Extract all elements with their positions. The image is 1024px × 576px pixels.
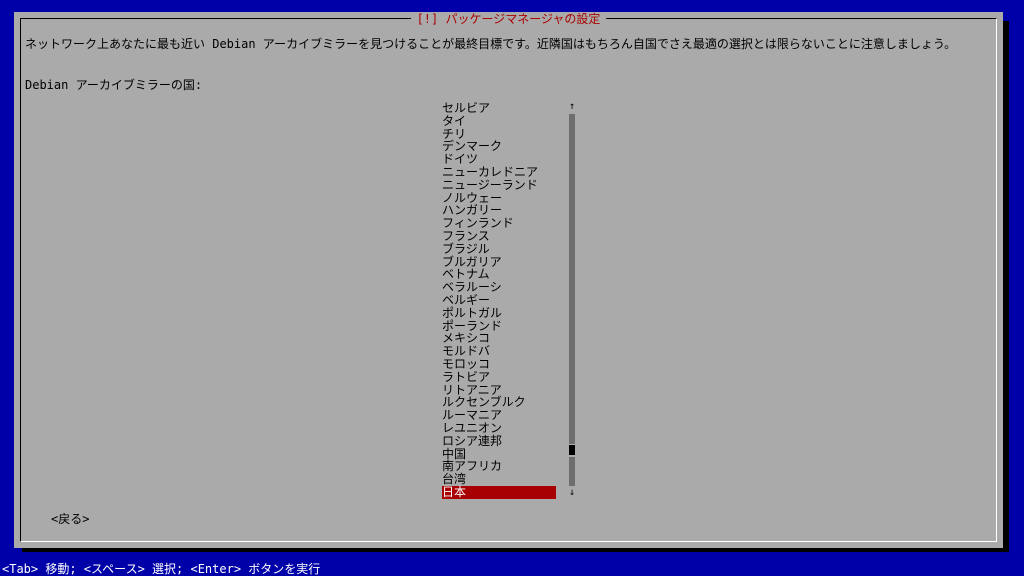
list-item[interactable]: ルーマニア	[442, 409, 556, 422]
back-button[interactable]: <戻る>	[51, 512, 89, 526]
list-item[interactable]: ニューカレドニア	[442, 166, 556, 179]
list-item[interactable]: ベルギー	[442, 294, 556, 307]
country-prompt: Debian アーカイブミラーの国:	[25, 78, 203, 92]
scroll-up-icon[interactable]: ↑	[568, 102, 576, 112]
list-item[interactable]: モロッコ	[442, 358, 556, 371]
list-scrollbar[interactable]: ↑ ↓	[568, 102, 576, 498]
dialog-description: ネットワーク上あなたに最も近い Debian アーカイブミラーを見つけることが最…	[25, 37, 957, 51]
dialog-title: [!] パッケージマネージャの設定	[410, 12, 607, 26]
scroll-down-icon[interactable]: ↓	[568, 488, 576, 498]
country-list[interactable]: セルビア タイ チリ デンマーク ドイツ ニューカレドニア ニュージーランド ノルウェー ハンガ…	[442, 102, 556, 499]
list-item[interactable]: ラトビア	[442, 370, 556, 384]
list-item[interactable]: タイ	[442, 114, 556, 128]
scrollbar-thumb[interactable]	[569, 445, 575, 455]
list-item[interactable]: 台湾	[442, 473, 556, 486]
list-item[interactable]: レユニオン	[442, 422, 556, 435]
list-item[interactable]: ブラジル	[442, 242, 556, 256]
list-item[interactable]: フランス	[442, 230, 556, 243]
list-item[interactable]: ロシア連邦	[442, 434, 556, 448]
list-item[interactable]: ポルトガル	[442, 306, 556, 320]
package-manager-dialog: [!] パッケージマネージャの設定 ネットワーク上あなたに最も近い Debian…	[14, 12, 1003, 548]
list-item[interactable]: セルビア	[442, 102, 556, 115]
list-item[interactable]: ニュージーランド	[442, 178, 556, 192]
list-item[interactable]: 日本	[442, 486, 556, 499]
scrollbar-track-lower[interactable]	[569, 457, 575, 486]
status-bar: <Tab> 移動; <スペース> 選択; <Enter> ボタンを実行	[0, 562, 1024, 576]
scrollbar-track[interactable]	[569, 114, 575, 444]
